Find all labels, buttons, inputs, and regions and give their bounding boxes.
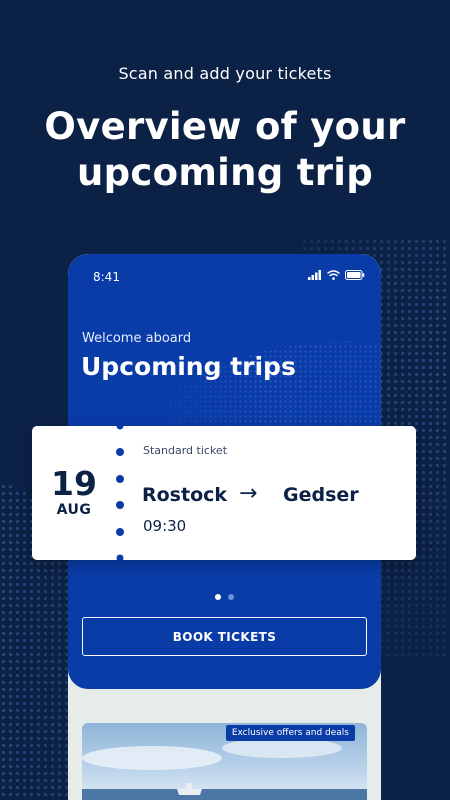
ticket-departure-time: 09:30 xyxy=(143,517,187,535)
ticket-origin: Rostock xyxy=(142,484,228,506)
ticket-day: 19 xyxy=(51,464,97,503)
pager-dot-active[interactable] xyxy=(215,594,221,600)
ticket-perforation xyxy=(116,422,124,562)
promo-subtitle: Scan and add your tickets xyxy=(118,64,332,83)
ticket-card[interactable]: 19 AUG Standard ticket Rostock → Gedser … xyxy=(32,422,416,562)
ticket-destination: Gedser xyxy=(283,484,359,506)
carousel-pager xyxy=(68,594,381,600)
ticket-month: AUG xyxy=(56,502,92,518)
welcome-text: Welcome aboard xyxy=(82,331,192,346)
book-tickets-button[interactable]: BOOK TICKETS xyxy=(82,617,367,656)
battery-icon xyxy=(345,270,365,280)
offers-card[interactable]: Exclusive offers and deals xyxy=(82,723,367,800)
ticket-type: Standard ticket xyxy=(143,444,228,457)
status-bar-time: 8:41 xyxy=(93,270,120,284)
signal-icon xyxy=(308,270,321,280)
arrow-right-icon: → xyxy=(239,481,258,506)
promo-title: Overview of your upcoming trip xyxy=(44,105,406,194)
wifi-icon xyxy=(327,270,340,280)
status-bar-icons xyxy=(308,270,365,280)
pager-dot[interactable] xyxy=(228,594,234,600)
upcoming-trips-heading: Upcoming trips xyxy=(81,352,296,381)
exclusive-offers-badge: Exclusive offers and deals xyxy=(225,725,355,741)
